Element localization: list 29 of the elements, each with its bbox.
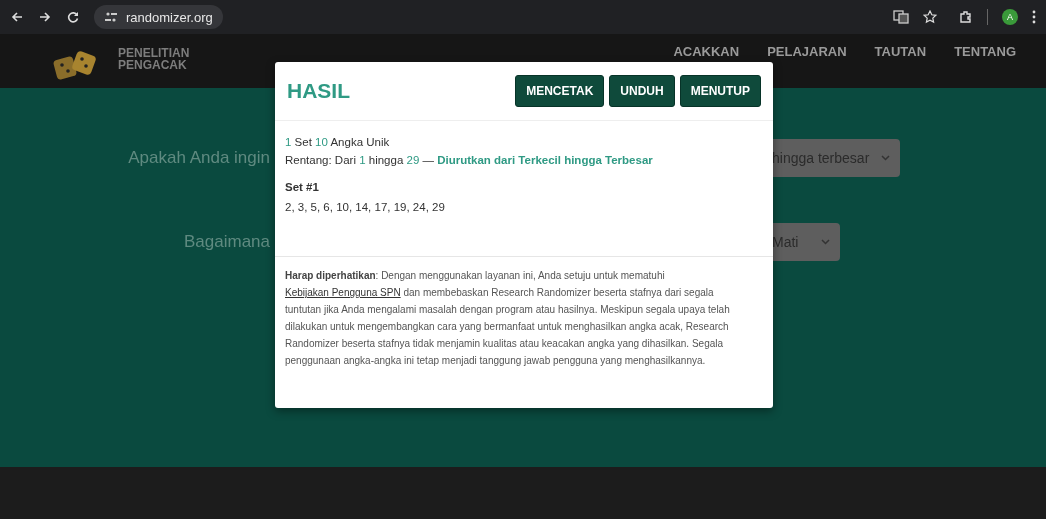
extensions-icon[interactable]: [959, 10, 973, 24]
back-icon[interactable]: [10, 10, 24, 24]
summary-line: Rentang: Dari 1 hingga 29 — Diurutkan dari Terkecil hingga Terbesar: [285, 153, 654, 168]
chevron-icon: [881, 155, 890, 161]
policy-link[interactable]: Kebijakan Pengguna SPN: [285, 287, 401, 298]
dialog-button[interactable]: MENUTUP: [679, 75, 761, 107]
nav-link[interactable]: PELAJARAN: [767, 44, 847, 59]
translate-icon[interactable]: [893, 10, 909, 24]
nav-link[interactable]: TENTANG: [954, 44, 1016, 59]
dialog-button[interactable]: UNDUH: [609, 75, 675, 107]
nav-link[interactable]: TAUTAN: [874, 44, 927, 59]
menu-icon[interactable]: [1032, 10, 1036, 24]
address-bar[interactable]: randomizer.org: [94, 5, 223, 29]
question-label: Apakah Anda ingin: [127, 148, 270, 168]
dialog-title: HASIL: [287, 79, 350, 103]
set-title: Set #1: [285, 181, 320, 193]
star-icon[interactable]: [923, 10, 937, 24]
summary-line: 1 Set 10 Angka Unik: [285, 135, 391, 150]
notice-paragraph: Harap diperhatikan: Dengan menggunakan layanan ini, Anda setuju untuk mematuhi Kebijakan Pengguna SPN dan membebaskan Research Randomizer beserta stafnya dari segala tuntutan jika Anda mengalami masalah dengan program atau hasilnya. Meskipun segala upaya telah dilakukan untuk mengembangkan cara yang bermanfaat untuk menghasilkan angka acak, Research Randomizer beserta stafnya tidak menjamin kualitas atau keacakan angka yang dihasilkan. Segala penggunaan angka-angka ini tetap menjadi tanggung jawab pengguna yang menghasilkannya.: [285, 269, 731, 368]
dialog-button[interactable]: MENCETAK: [515, 75, 605, 107]
chevron-icon: [821, 239, 830, 245]
forward-icon[interactable]: [38, 10, 52, 24]
reload-icon[interactable]: [66, 10, 80, 24]
site-logo-text[interactable]: PENELITIAN PENGACAK: [118, 47, 190, 71]
nav-link[interactable]: ACAKKAN: [673, 44, 740, 59]
site-settings-icon[interactable]: [104, 11, 118, 23]
number-list: 2, 3, 5, 6, 10, 14, 17, 19, 24, 29: [285, 201, 763, 213]
question-label: Bagaimana: [183, 232, 270, 252]
profile-avatar[interactable]: A: [1002, 9, 1018, 25]
